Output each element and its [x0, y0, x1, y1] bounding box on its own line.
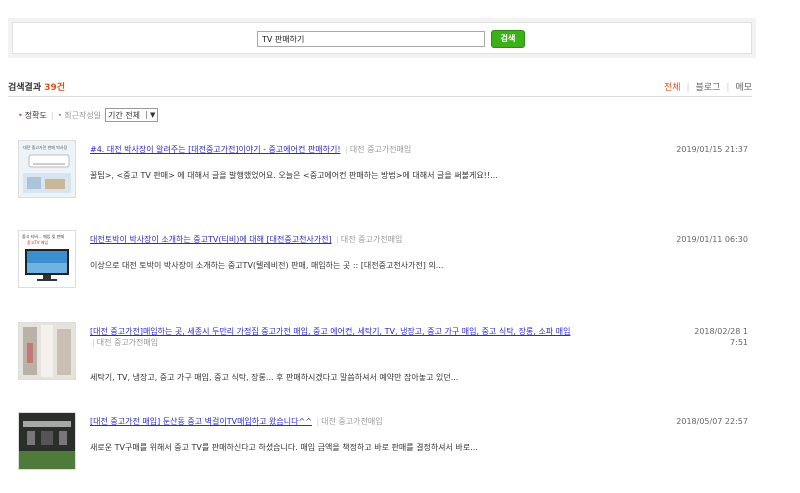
aircon-thumbnail-image: 대전 중고가전 판매 박사장 [19, 141, 75, 197]
result-thumbnail[interactable]: 대전 중고가전 판매 박사장 [18, 140, 76, 198]
search-button[interactable]: 검색 [491, 30, 525, 48]
search-area: 검색 [8, 18, 756, 58]
result-title-link[interactable]: #4. 대전 박사장이 알려주는 [대전중고가전]이야기 - 중고에어컨 판매하… [90, 145, 341, 154]
results-title: 검색결과 39건 [8, 80, 65, 93]
tv-thumbnail-image: 중고 티비... 매입 및 판매 중고TV 매입 [19, 231, 75, 287]
tab-memo[interactable]: 메모 [735, 83, 752, 93]
tab-blog[interactable]: 블로그 [696, 83, 721, 93]
period-select-value: 기간 전체 [108, 110, 141, 120]
tab-all[interactable]: 전체 [664, 83, 681, 93]
result-date: 2019/01/11 06:30 [676, 235, 748, 244]
result-title-link[interactable]: 대전토박이 박사장이 소개하는 중고TV(티비)에 대해 [대전중고천사가전] [90, 235, 332, 244]
result-title-link[interactable]: [대전 중고가전 매입] 둔산동 중고 벽걸이TV매입하고 왔습니다^^ [90, 417, 312, 426]
sort-recent[interactable]: 최근작성일 [64, 110, 101, 121]
result-date: 2018/02/28 1 7:51 [694, 326, 748, 348]
bullet-icon: • [57, 110, 63, 120]
header-divider [8, 96, 752, 97]
result-source[interactable]: 대전 중고가전매입 [341, 235, 402, 244]
thumb-caption: 중고 티비... 매입 및 판매 [22, 233, 64, 239]
result-title-line: #4. 대전 박사장이 알려주는 [대전중고가전]이야기 - 중고에어컨 판매하… [90, 145, 412, 154]
result-item: [대전 중고가전]매입하는 곳, 세종시 두만리 가정집 중고가전 매입, 중고… [18, 322, 758, 388]
results-tabs: 전체 | 블로그 | 메모 [664, 80, 752, 93]
thumb-caption: 대전 중고가전 판매 박사장 [23, 144, 68, 150]
sort-separator: | [50, 110, 54, 120]
result-date: 2018/05/07 22:57 [676, 417, 748, 426]
result-item: 대전 중고가전 판매 박사장 #4. 대전 박사장이 알려주는 [대전중고가전]… [18, 140, 758, 202]
search-input[interactable] [257, 31, 485, 47]
result-thumbnail[interactable] [18, 322, 76, 380]
result-date-line1: 2018/02/28 1 [694, 327, 748, 336]
result-title-link[interactable]: [대전 중고가전]매입하는 곳, 세종시 두만리 가정집 중고가전 매입, 중고… [90, 327, 570, 336]
result-snippet: 새로운 TV구매를 위해서 중고 TV를 판매하신다고 하셨습니다. 매입 금액… [90, 443, 478, 452]
result-thumbnail[interactable]: 중고 티비... 매입 및 판매 중고TV 매입 [18, 230, 76, 288]
result-snippet: 이상으로 대전 토박이 박사장이 소개하는 중고TV(텔레비전) 판매, 매입하… [90, 261, 444, 270]
sort-bar: • 정확도 | • 최근작성일 기간 전체 ▼ [18, 108, 159, 122]
bullet-icon: • [18, 110, 23, 120]
sort-accuracy[interactable]: 정확도 [25, 110, 47, 121]
result-snippet: 꿀팁>, <중고 TV 판매> 에 대해서 글을 발행했었어요. 오늘은 <중고… [90, 171, 498, 180]
thumb-caption-red: 중고TV 매입 [27, 239, 48, 245]
result-source[interactable]: 대전 중고가전매입 [321, 417, 382, 426]
results-header: 검색결과 39건 전체 | 블로그 | 메모 [8, 80, 752, 96]
result-title-line: 대전토박이 박사장이 소개하는 중고TV(티비)에 대해 [대전중고천사가전] … [90, 235, 403, 244]
result-source[interactable]: 대전 중고가전매입 [350, 145, 411, 154]
period-select[interactable]: 기간 전체 ▼ [105, 108, 159, 122]
result-snippet: 세탁기, TV, 냉장고, 중고 가구 매입, 중고 식탁, 장롱... 후 판… [90, 373, 459, 382]
chevron-down-icon: ▼ [146, 111, 155, 119]
room-thumbnail-image [19, 323, 75, 379]
tab-separator: | [726, 83, 730, 93]
result-title-line: [대전 중고가전 매입] 둔산동 중고 벽걸이TV매입하고 왔습니다^^ | 대전… [90, 417, 383, 426]
result-item: 중고 티비... 매입 및 판매 중고TV 매입 대전토박이 박사장이 소개하는… [18, 230, 758, 292]
results-title-label: 검색결과 [8, 83, 42, 93]
result-date-line2: 7:51 [730, 338, 748, 347]
shop-thumbnail-image [19, 413, 75, 469]
result-item: [대전 중고가전 매입] 둔산동 중고 벽걸이TV매입하고 왔습니다^^ | 대전… [18, 412, 758, 472]
tab-separator: | [686, 83, 690, 93]
results-count: 39건 [44, 83, 66, 93]
result-thumbnail[interactable] [18, 412, 76, 470]
search-box: 검색 [12, 22, 752, 54]
result-title-line: [대전 중고가전]매입하는 곳, 세종시 두만리 가정집 중고가전 매입, 중고… [90, 327, 571, 347]
result-source[interactable]: 대전 중고가전매입 [97, 338, 158, 347]
result-date: 2019/01/15 21:37 [676, 145, 748, 154]
